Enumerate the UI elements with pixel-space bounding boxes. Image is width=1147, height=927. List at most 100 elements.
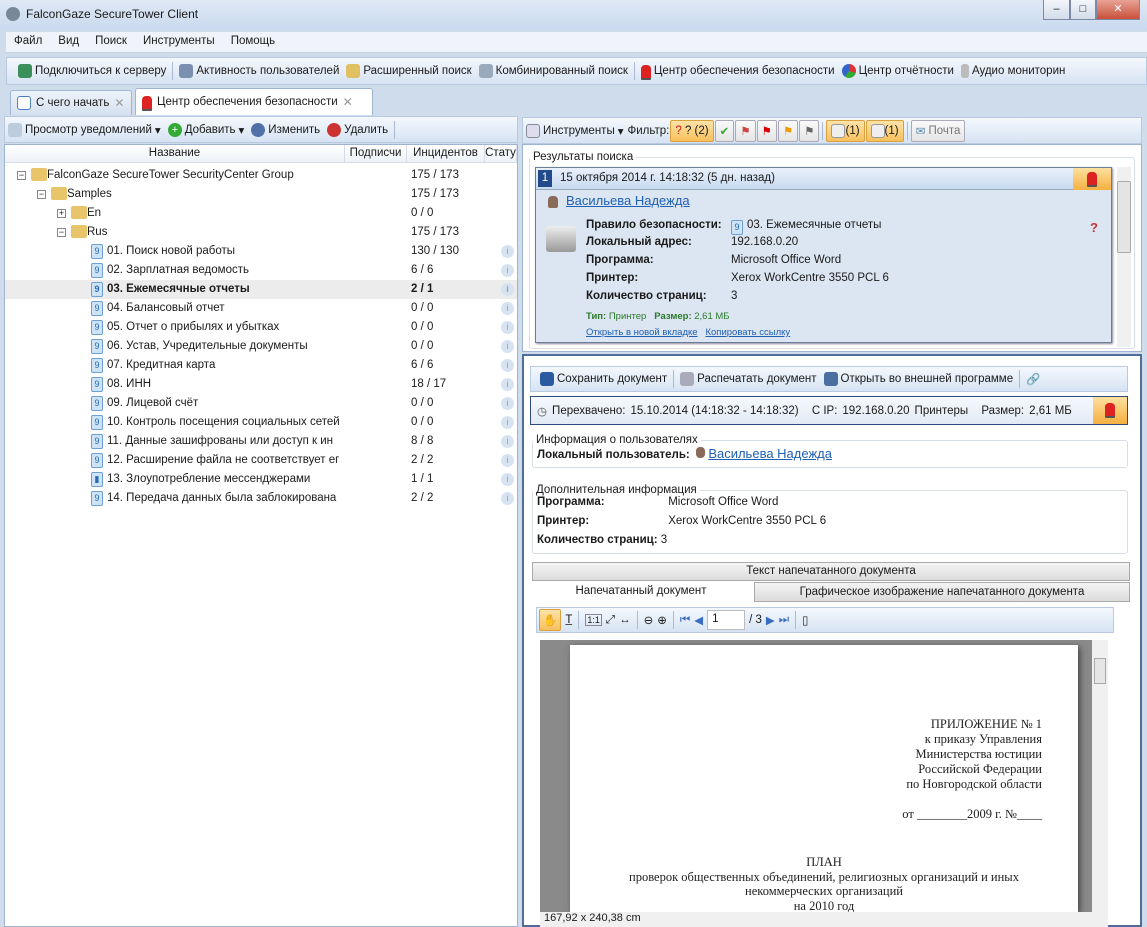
info-icon[interactable]: i (501, 264, 514, 277)
advanced-search-button[interactable]: Расширенный поиск (343, 62, 474, 80)
close-tab-icon[interactable]: ✕ (114, 96, 124, 110)
actual-size-button[interactable]: 1:1 (585, 614, 602, 626)
tree-item[interactable]: 9 14. Передача данных была заблокирована 2… (5, 489, 517, 508)
edit-button[interactable]: Изменить (248, 121, 323, 139)
menu-file[interactable]: Файл (6, 32, 50, 50)
tab-printed-document[interactable]: Напечатанный документ (528, 582, 754, 602)
info-icon[interactable]: i (501, 340, 514, 353)
printed-text-tab[interactable]: Текст напечатанного документа (532, 562, 1130, 581)
delete-button[interactable]: Удалить (324, 121, 391, 139)
info-icon[interactable]: i (501, 321, 514, 334)
print-document-button[interactable]: Распечатать документ (677, 370, 819, 388)
mail-button[interactable]: ✉ Почта (910, 119, 966, 142)
filter-unprocessed[interactable]: ? ? (2) (670, 119, 714, 142)
menu-search[interactable]: Поиск (87, 32, 135, 50)
minimize-button[interactable]: – (1043, 0, 1070, 20)
tree-item[interactable]: 9 08. ИНН 18 / 17 i (5, 375, 517, 394)
tree-item[interactable]: 9 05. Отчет о прибылях и убытках 0 / 0 i (5, 318, 517, 337)
local-user-link[interactable]: Васильева Надежда (708, 446, 832, 461)
audio-monitoring-button[interactable]: Аудио мониторин (958, 62, 1068, 80)
zoom-in-button[interactable]: ⊕ (657, 613, 667, 627)
menu-tools[interactable]: Инструменты (135, 32, 223, 50)
col-status[interactable]: Стату (485, 145, 517, 162)
info-icon[interactable]: i (501, 416, 514, 429)
filter-gray-flag[interactable]: ⚑ (799, 119, 820, 142)
page-view-button[interactable]: ▯ (802, 613, 808, 627)
expand-icon[interactable]: + (57, 209, 66, 218)
info-icon[interactable]: i (501, 302, 514, 315)
tab-getting-started[interactable]: С чего начать ✕ (10, 90, 132, 115)
tab-graphic-image[interactable]: Графическое изображение напечатанного до… (754, 582, 1130, 602)
tree-item[interactable]: 9 11. Данные зашифрованы или доступ к ин 8… (5, 432, 517, 451)
prev-page-button[interactable]: ◀ (694, 613, 703, 627)
tree-item[interactable]: 9 07. Кредитная карта 6 / 6 i (5, 356, 517, 375)
tree-item[interactable]: 9 03. Ежемесячные отчеты 2 / 1 i (5, 280, 517, 299)
last-page-button[interactable]: ⏭ (779, 614, 789, 627)
filter-red-flag[interactable]: ⚑ (756, 119, 777, 142)
col-name[interactable]: Название (5, 145, 345, 162)
link-button[interactable]: 🔗 (1023, 370, 1043, 388)
info-icon[interactable]: i (501, 283, 514, 296)
document-viewer[interactable]: ПРИЛОЖЕНИЕ № 1к приказу Управления Минист… (540, 640, 1108, 913)
save-document-button[interactable]: Сохранить документ (537, 370, 670, 388)
tree-item[interactable]: 9 10. Контроль посещения социальных сетей… (5, 413, 517, 432)
tab-security-center[interactable]: Центр обеспечения безопасности ✕ (135, 88, 373, 115)
results-scrollbar[interactable] (1117, 167, 1131, 347)
filter-orange-flag[interactable]: ⚑ (777, 119, 799, 142)
tree-item[interactable]: 9 04. Балансовый отчет 0 / 0 i (5, 299, 517, 318)
connect-server-button[interactable]: Подключиться к серверу (15, 62, 169, 80)
security-center-button[interactable]: Центр обеспечения безопасности (638, 63, 838, 80)
tree-item[interactable]: 9 01. Поиск новой работы 130 / 130 i (5, 242, 517, 261)
collapse-icon[interactable]: − (37, 190, 46, 199)
user-activity-button[interactable]: Активность пользователей (176, 62, 342, 80)
viewer-scrollbar[interactable] (1092, 640, 1108, 912)
text-select-button[interactable]: T̲ (565, 614, 572, 626)
tree-item[interactable]: − FalconGaze SecureTower SecurityCenter G… (5, 166, 517, 185)
info-icon[interactable]: i (501, 435, 514, 448)
filter-approved[interactable]: ✔ (714, 119, 735, 142)
info-icon[interactable]: i (501, 359, 514, 372)
filter-postponed[interactable]: ⚑ (735, 119, 756, 142)
fit-page-button[interactable]: ⤢ (606, 614, 615, 627)
maximize-button[interactable]: □ (1070, 0, 1096, 20)
info-icon[interactable]: i (501, 454, 514, 467)
tree-item[interactable]: − Rus 175 / 173 (5, 223, 517, 242)
incident-card[interactable]: 1 15 октября 2014 г. 14:18:32 (5 дн. наз… (535, 167, 1112, 343)
filter-type-1[interactable]: (1) (826, 119, 865, 142)
fit-width-button[interactable]: ↔ (619, 614, 631, 626)
zoom-out-button[interactable]: ⊖ (644, 613, 654, 627)
incident-user-link[interactable]: Васильева Надежда (566, 193, 690, 208)
filter-type-2[interactable]: (1) (865, 119, 904, 142)
open-external-button[interactable]: Открыть во внешней программе (821, 370, 1017, 388)
close-tab-icon[interactable]: ✕ (343, 95, 353, 109)
menu-help[interactable]: Помощь (223, 32, 283, 50)
view-notifications-button[interactable]: Просмотр уведомлений ▾ (5, 121, 164, 139)
hand-tool-button[interactable]: ✋ (539, 609, 562, 631)
add-button[interactable]: + Добавить ▾ (165, 121, 248, 139)
tree-item[interactable]: ▮ 13. Злоупотребление мессенджерами 1 / 1 i (5, 470, 517, 489)
info-icon[interactable]: i (501, 492, 514, 505)
close-button[interactable]: ✕ (1096, 0, 1140, 20)
report-center-button[interactable]: Центр отчётности (839, 62, 957, 80)
collapse-icon[interactable]: − (17, 171, 26, 180)
info-icon[interactable]: i (501, 378, 514, 391)
tree-item[interactable]: − Samples 175 / 173 (5, 185, 517, 204)
first-page-button[interactable]: ⏮ (680, 614, 690, 627)
tree-item[interactable]: 9 06. Устав, Учредительные документы 0 / 0… (5, 337, 517, 356)
page-number-input[interactable]: 1 (707, 610, 746, 630)
info-icon[interactable]: i (501, 397, 514, 410)
collapse-icon[interactable]: − (57, 228, 66, 237)
info-icon[interactable]: i (501, 245, 514, 258)
tree-item[interactable]: 9 02. Зарплатная ведомость 6 / 6 i (5, 261, 517, 280)
copy-link-link[interactable]: Копировать ссылку (705, 327, 790, 338)
info-icon[interactable]: i (501, 473, 514, 486)
tools-button[interactable]: Инструменты ▾ (523, 122, 627, 140)
open-new-tab-link[interactable]: Открыть в новой вкладке (586, 327, 698, 338)
tree-item[interactable]: + En 0 / 0 (5, 204, 517, 223)
menu-view[interactable]: Вид (50, 32, 87, 50)
col-subscribers[interactable]: Подписчи (345, 145, 407, 162)
col-incidents[interactable]: Инцидентов (407, 145, 485, 162)
combined-search-button[interactable]: Комбинированный поиск (476, 62, 631, 80)
tree-item[interactable]: 9 09. Лицевой счёт 0 / 0 i (5, 394, 517, 413)
tree-item[interactable]: 9 12. Расширение файла не соответствует е… (5, 451, 517, 470)
